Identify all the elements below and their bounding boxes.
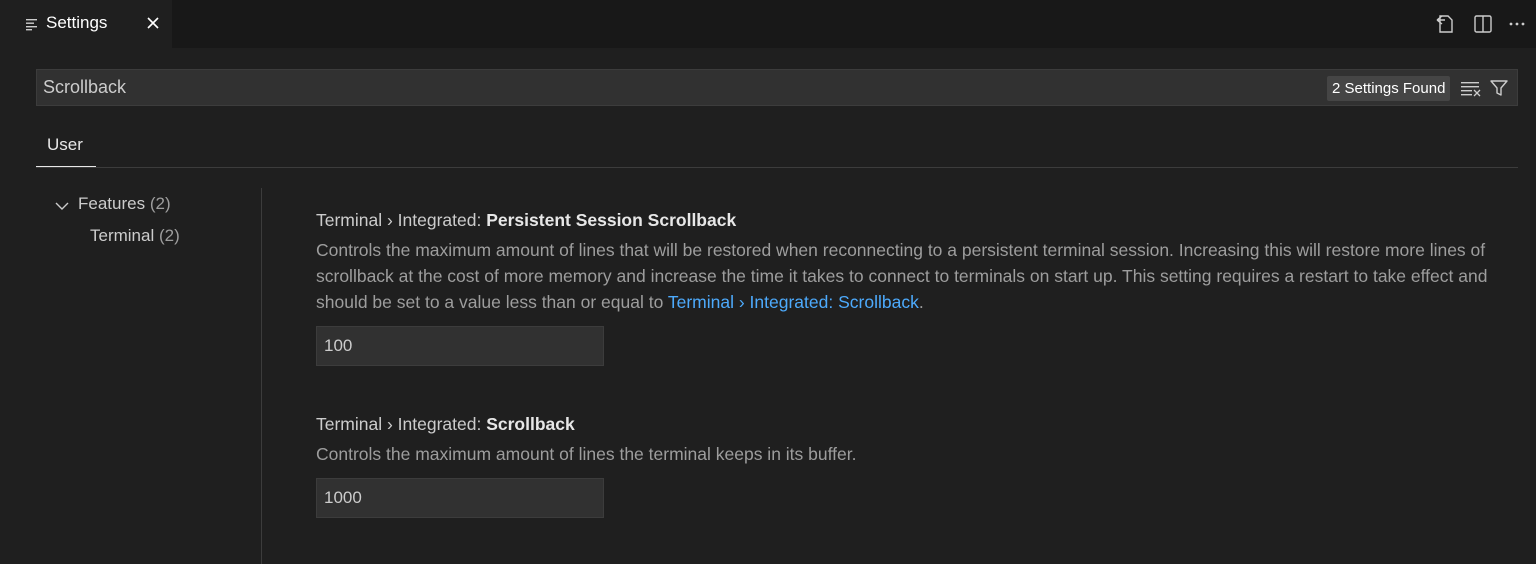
persistent-session-scrollback-input[interactable]	[316, 326, 604, 366]
setting-description: Controls the maximum amount of lines the…	[316, 444, 857, 464]
setting-title: Terminal › Integrated: Persistent Sessio…	[316, 208, 1506, 232]
setting-link-scrollback[interactable]: Terminal › Integrated: Scrollback	[668, 292, 919, 312]
toc-item-label: Features	[78, 194, 146, 213]
toc-item-terminal[interactable]: Terminal (2)	[90, 226, 180, 250]
tab-user-label: User	[47, 135, 83, 154]
settings-search-box: 2 Settings Found	[36, 69, 1518, 106]
close-icon[interactable]	[142, 12, 164, 34]
settings-toc: Features (2) Terminal (2)	[0, 188, 262, 564]
clear-filter-icon[interactable]	[1459, 76, 1483, 100]
setting-name: Persistent Session Scrollback	[486, 210, 737, 230]
chevron-down-icon	[54, 198, 70, 214]
settings-count-badge: 2 Settings Found	[1327, 76, 1451, 101]
setting-category: Terminal › Integrated:	[316, 210, 487, 230]
tab-user[interactable]: User	[36, 128, 96, 167]
toc-item-features[interactable]: Features (2)	[54, 194, 171, 218]
setting-scrollback: Terminal › Integrated: Scrollback Contro…	[316, 412, 1506, 518]
open-settings-json-icon[interactable]	[1433, 12, 1457, 36]
toc-item-count: (2)	[158, 226, 180, 245]
settings-search-input[interactable]	[37, 70, 1317, 105]
setting-description: Controls the maximum amount of lines tha…	[316, 237, 1506, 315]
setting-persistent-session-scrollback: Terminal › Integrated: Persistent Sessio…	[316, 208, 1506, 366]
split-editor-icon[interactable]	[1471, 12, 1495, 36]
settings-list-icon	[25, 16, 39, 31]
setting-category: Terminal › Integrated:	[316, 414, 487, 434]
setting-title: Terminal › Integrated: Scrollback	[316, 412, 1506, 436]
toc-item-label: Terminal	[90, 226, 155, 245]
tab-title: Settings	[46, 13, 108, 32]
scrollback-input[interactable]	[316, 478, 604, 518]
settings-scope-tabs: User	[36, 128, 1518, 168]
more-actions-icon[interactable]	[1505, 12, 1529, 36]
settings-tab[interactable]: Settings	[0, 0, 172, 48]
setting-description-end: .	[918, 292, 924, 312]
filter-icon[interactable]	[1487, 76, 1511, 100]
setting-name: Scrollback	[486, 414, 575, 434]
toc-item-count: (2)	[149, 194, 171, 213]
editor-tab-bar: Settings	[0, 0, 1536, 48]
